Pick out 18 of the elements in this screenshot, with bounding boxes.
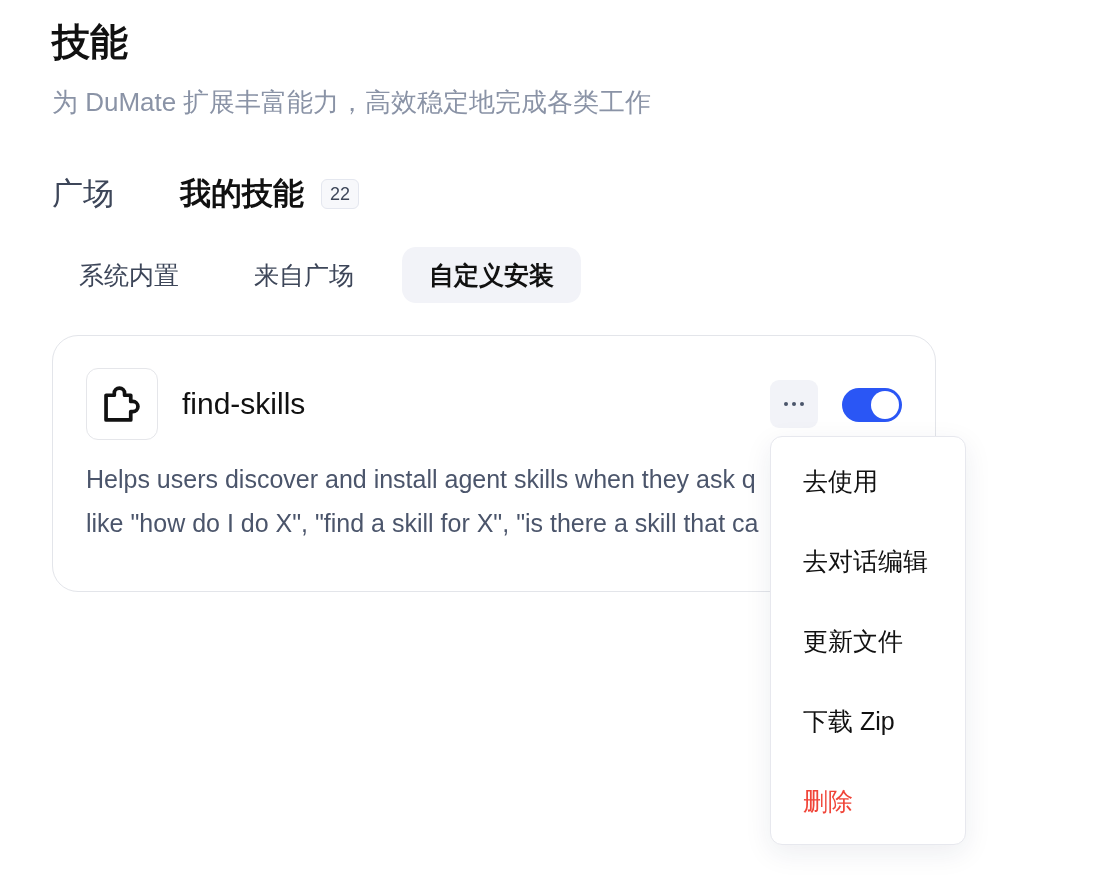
section-tab[interactable]: 我的技能 xyxy=(180,172,304,216)
page-title: 技能 xyxy=(52,20,128,65)
count-badge: 22 xyxy=(321,179,360,209)
menu-item[interactable]: 下载 Zip xyxy=(771,681,965,761)
filter-tab[interactable]: 系统内置 xyxy=(52,247,206,303)
menu-item[interactable]: 更新文件 xyxy=(771,601,965,681)
section-tab[interactable]: 广场 xyxy=(52,172,114,216)
skill-name: find-skills xyxy=(182,387,306,421)
page-subtitle: 为 DuMate 扩展丰富能力，高效稳定地完成各类工作 xyxy=(52,86,652,118)
filter-tab[interactable]: 自定义安装 xyxy=(402,247,581,303)
filter-tab[interactable]: 来自广场 xyxy=(227,247,381,303)
enable-toggle[interactable] xyxy=(842,388,902,422)
puzzle-piece-icon xyxy=(86,368,158,440)
skill-description: Helps users discover and install agent skills when they ask q like "how do I do X", "find a skill for X", "is there a skill that ca xyxy=(86,464,759,539)
more-dots-icon xyxy=(784,402,804,406)
menu-item[interactable]: 去使用 xyxy=(771,441,965,521)
menu-item[interactable]: 去对话编辑 xyxy=(771,521,965,601)
menu-item[interactable]: 删除 xyxy=(771,761,965,841)
